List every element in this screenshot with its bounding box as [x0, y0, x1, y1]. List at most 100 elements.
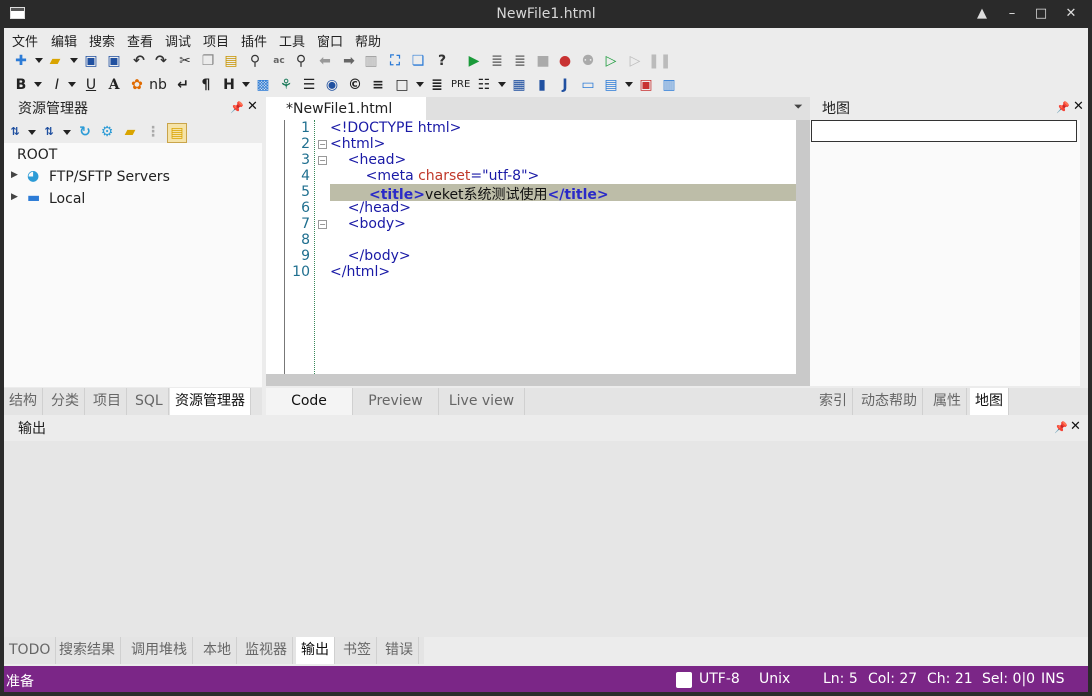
tab-code[interactable]: Code — [266, 388, 353, 415]
map-viewport[interactable] — [811, 120, 1077, 142]
replace-icon[interactable]: ac — [270, 52, 288, 70]
back-arrow-icon[interactable]: ⬅ — [316, 52, 334, 70]
step-into-icon[interactable]: ≣ — [488, 52, 506, 70]
bold-button[interactable]: B — [12, 76, 30, 94]
settings-icon[interactable]: ⚙ — [98, 123, 116, 141]
map-view[interactable] — [810, 120, 1080, 386]
expand-arrow-icon[interactable]: ▶ — [11, 192, 18, 202]
help-icon[interactable]: ? — [433, 52, 451, 70]
form-dropdown-icon[interactable] — [625, 82, 633, 87]
sort-desc-dropdown-icon[interactable] — [63, 130, 71, 135]
tab-errors[interactable]: 错误 — [380, 637, 419, 664]
folder-view-icon[interactable]: ▤ — [167, 123, 187, 143]
watch-icon[interactable]: ⚉ — [579, 52, 597, 70]
continue-icon[interactable]: ▷ — [602, 52, 620, 70]
bold-dropdown-icon[interactable] — [34, 82, 42, 87]
tab-structure[interactable]: 结构 — [4, 388, 43, 415]
tab-todo[interactable]: TODO — [4, 637, 57, 664]
tree-root[interactable]: ROOT — [17, 147, 57, 163]
copy-icon[interactable]: ❐ — [199, 52, 217, 70]
table-icon[interactable]: ▦ — [510, 76, 528, 94]
tab-list-icon[interactable]: ⏷ — [794, 100, 803, 114]
box-dropdown-icon[interactable] — [416, 82, 424, 87]
media-icon[interactable]: ▣ — [637, 76, 655, 94]
list-dropdown-icon[interactable] — [498, 82, 506, 87]
line-ending-label[interactable]: Unix — [759, 671, 790, 687]
fullscreen-icon[interactable]: ⛶ — [386, 52, 404, 70]
menu-help[interactable]: 帮助 — [355, 31, 381, 50]
tree-item[interactable]: ▶ ◕ FTP/SFTP Servers — [4, 167, 262, 189]
breakpoint-icon[interactable]: ● — [556, 52, 574, 70]
pin-icon[interactable]: 📌 — [1054, 421, 1068, 434]
windows-icon[interactable]: ❏ — [409, 52, 427, 70]
save-all-icon[interactable]: ▣ — [105, 52, 123, 70]
fold-toggle-icon[interactable]: − — [318, 156, 327, 165]
tab-sql[interactable]: SQL — [130, 388, 169, 415]
maximize-button[interactable]: □ — [1031, 4, 1051, 24]
line-break-icon[interactable]: ↵ — [174, 76, 192, 94]
tab-locals[interactable]: 本地 — [198, 637, 237, 664]
nbsp-button[interactable]: nb — [149, 76, 167, 94]
tab-live-view[interactable]: Live view — [439, 388, 525, 415]
tab-index[interactable]: 索引 — [814, 388, 853, 415]
code-icon[interactable]: ◉ — [323, 76, 341, 94]
font-button[interactable]: A — [105, 76, 123, 94]
undo-icon[interactable]: ↶ — [130, 52, 148, 70]
pin-icon[interactable]: 📌 — [230, 101, 244, 114]
heading-dropdown-icon[interactable] — [242, 82, 250, 87]
pin-icon[interactable]: 📌 — [1056, 101, 1070, 114]
menu-debug[interactable]: 调试 — [165, 31, 191, 50]
open-dropdown-icon[interactable] — [70, 58, 78, 63]
paragraph-button[interactable]: ¶ — [197, 76, 215, 94]
stop-icon[interactable]: ■ — [534, 52, 552, 70]
paste-icon[interactable]: ▤ — [222, 52, 240, 70]
form-icon[interactable]: ▮ — [533, 76, 551, 94]
tree-icon[interactable]: ⋮ — [144, 123, 162, 141]
menu-edit[interactable]: 编辑 — [51, 31, 77, 50]
tree-item[interactable]: ▶ ▬ Local — [4, 189, 262, 211]
box-icon[interactable]: □ — [393, 76, 411, 94]
new-dropdown-icon[interactable] — [35, 58, 43, 63]
tab-watches[interactable]: 监视器 — [240, 637, 293, 664]
italic-dropdown-icon[interactable] — [68, 82, 76, 87]
step-out-icon[interactable]: ▷ — [626, 52, 644, 70]
heading-button[interactable]: H — [220, 76, 238, 94]
link-icon[interactable]: ⚘ — [277, 76, 295, 94]
menu-file[interactable]: 文件 — [12, 31, 38, 50]
fold-toggle-icon[interactable]: − — [318, 220, 327, 229]
tab-bookmarks[interactable]: 书签 — [338, 637, 377, 664]
fold-toggle-icon[interactable]: − — [318, 140, 327, 149]
close-output-panel-button[interactable]: ✕ — [1070, 419, 1081, 434]
save-icon[interactable]: ▣ — [82, 52, 100, 70]
close-right-panel-button[interactable]: ✕ — [1073, 99, 1084, 114]
tab-dynamic-help[interactable]: 动态帮助 — [856, 388, 923, 415]
code-editor[interactable]: 1 <!DOCTYPE html> 2− <html> 3− <head> 4 <meta… — [266, 120, 810, 386]
insert-mode[interactable]: INS — [1041, 671, 1065, 687]
close-left-panel-button[interactable]: ✕ — [247, 99, 258, 114]
editor-tab[interactable]: *NewFile1.html — [266, 97, 426, 121]
sort-asc-icon[interactable]: ⇅ — [6, 123, 24, 141]
step-over-icon[interactable]: ≣ — [511, 52, 529, 70]
tab-project[interactable]: 项目 — [88, 388, 127, 415]
close-window-button[interactable]: ✕ — [1061, 4, 1081, 24]
italic-button[interactable]: I — [48, 76, 66, 94]
tab-call-stack[interactable]: 调用堆栈 — [126, 637, 193, 664]
menu-window[interactable]: 窗口 — [317, 31, 343, 50]
folder-icon[interactable]: ▰ — [121, 123, 139, 141]
expand-arrow-icon[interactable]: ▶ — [11, 170, 18, 180]
menu-view[interactable]: 查看 — [127, 31, 153, 50]
refresh-icon[interactable]: ↻ — [76, 123, 94, 141]
image-icon[interactable]: ▩ — [254, 76, 272, 94]
input-icon[interactable]: ▭ — [579, 76, 597, 94]
find-icon[interactable]: ⚲ — [246, 52, 264, 70]
horizontal-scrollbar[interactable] — [266, 374, 796, 386]
tab-properties[interactable]: 属性 — [928, 388, 967, 415]
columns-icon[interactable]: ▥ — [362, 52, 380, 70]
tab-resource-manager[interactable]: 资源管理器 — [170, 388, 251, 415]
tab-map[interactable]: 地图 — [970, 388, 1009, 415]
minimize-button[interactable]: – — [1002, 4, 1022, 24]
encoding-label[interactable]: UTF-8 — [699, 671, 740, 687]
tab-category[interactable]: 分类 — [46, 388, 85, 415]
pre-button[interactable]: PRE — [451, 76, 470, 94]
open-folder-icon[interactable]: ▰ — [46, 52, 64, 70]
